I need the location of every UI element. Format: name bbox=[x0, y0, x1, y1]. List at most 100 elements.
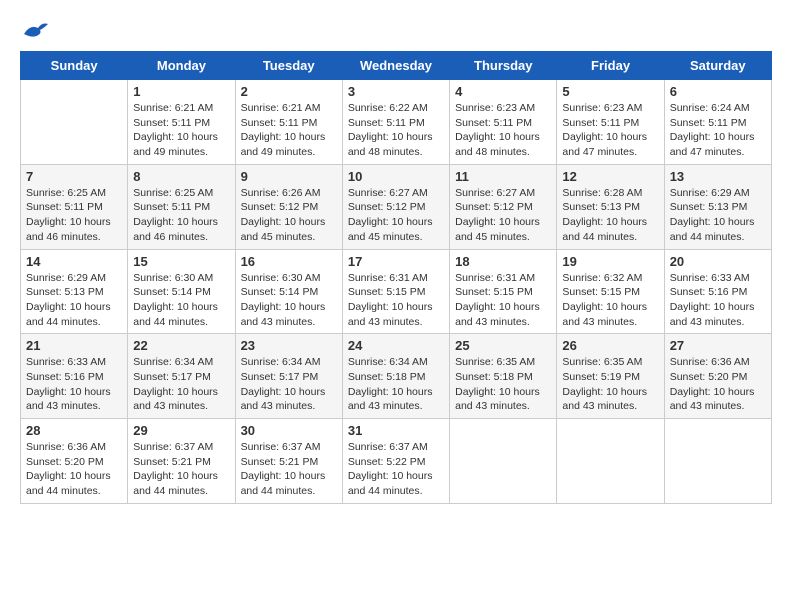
day-number: 4 bbox=[455, 84, 551, 99]
day-info: Sunrise: 6:37 AM Sunset: 5:22 PM Dayligh… bbox=[348, 440, 444, 499]
day-number: 25 bbox=[455, 338, 551, 353]
day-number: 18 bbox=[455, 254, 551, 269]
week-row-3: 14Sunrise: 6:29 AM Sunset: 5:13 PM Dayli… bbox=[21, 249, 772, 334]
day-number: 28 bbox=[26, 423, 122, 438]
day-number: 17 bbox=[348, 254, 444, 269]
day-number: 2 bbox=[241, 84, 337, 99]
day-number: 11 bbox=[455, 169, 551, 184]
day-cell bbox=[21, 80, 128, 165]
day-cell: 28Sunrise: 6:36 AM Sunset: 5:20 PM Dayli… bbox=[21, 419, 128, 504]
day-number: 31 bbox=[348, 423, 444, 438]
day-cell: 1 Sunrise: 6:21 AM Sunset: 5:11 PM Daylig… bbox=[128, 80, 235, 165]
day-cell bbox=[450, 419, 557, 504]
day-cell: 15 Sunrise: 6:30 AM Sunset: 5:14 PM Dayli… bbox=[128, 249, 235, 334]
day-number: 7 bbox=[26, 169, 122, 184]
col-header-friday: Friday bbox=[557, 52, 664, 80]
day-cell: 17 Sunrise: 6:31 AM Sunset: 5:15 PM Dayli… bbox=[342, 249, 449, 334]
col-header-wednesday: Wednesday bbox=[342, 52, 449, 80]
col-header-tuesday: Tuesday bbox=[235, 52, 342, 80]
day-number: 15 bbox=[133, 254, 229, 269]
day-cell: 29 Sunrise: 6:37 AM Sunset: 5:21 PM Dayli… bbox=[128, 419, 235, 504]
day-cell bbox=[557, 419, 664, 504]
day-number: 6 bbox=[670, 84, 766, 99]
day-cell: 25 Sunrise: 6:35 AM Sunset: 5:18 PM Dayli… bbox=[450, 334, 557, 419]
day-number: 5 bbox=[562, 84, 658, 99]
day-cell: 14Sunrise: 6:29 AM Sunset: 5:13 PM Dayli… bbox=[21, 249, 128, 334]
day-info: Sunrise: 6:25 AM Sunset: 5:11 PM Dayligh… bbox=[26, 186, 122, 245]
day-cell: 9 Sunrise: 6:26 AM Sunset: 5:12 PM Daylig… bbox=[235, 164, 342, 249]
day-cell: 10 Sunrise: 6:27 AM Sunset: 5:12 PM Dayli… bbox=[342, 164, 449, 249]
day-info: Sunrise: 6:37 AM Sunset: 5:21 PM Dayligh… bbox=[133, 440, 229, 499]
logo-bird-icon bbox=[22, 20, 50, 42]
day-cell: 11Sunrise: 6:27 AM Sunset: 5:12 PM Dayli… bbox=[450, 164, 557, 249]
week-row-2: 7 Sunrise: 6:25 AM Sunset: 5:11 PM Daylig… bbox=[21, 164, 772, 249]
day-info: Sunrise: 6:23 AM Sunset: 5:11 PM Dayligh… bbox=[455, 101, 551, 160]
day-info: Sunrise: 6:34 AM Sunset: 5:18 PM Dayligh… bbox=[348, 355, 444, 414]
day-cell: 5 Sunrise: 6:23 AM Sunset: 5:11 PM Daylig… bbox=[557, 80, 664, 165]
col-header-monday: Monday bbox=[128, 52, 235, 80]
day-info: Sunrise: 6:32 AM Sunset: 5:15 PM Dayligh… bbox=[562, 271, 658, 330]
day-number: 24 bbox=[348, 338, 444, 353]
day-cell: 13 Sunrise: 6:29 AM Sunset: 5:13 PM Dayli… bbox=[664, 164, 771, 249]
day-info: Sunrise: 6:30 AM Sunset: 5:14 PM Dayligh… bbox=[133, 271, 229, 330]
day-info: Sunrise: 6:35 AM Sunset: 5:18 PM Dayligh… bbox=[455, 355, 551, 414]
col-header-thursday: Thursday bbox=[450, 52, 557, 80]
day-number: 1 bbox=[133, 84, 229, 99]
day-number: 30 bbox=[241, 423, 337, 438]
day-number: 21 bbox=[26, 338, 122, 353]
day-cell: 24 Sunrise: 6:34 AM Sunset: 5:18 PM Dayli… bbox=[342, 334, 449, 419]
day-number: 27 bbox=[670, 338, 766, 353]
day-info: Sunrise: 6:33 AM Sunset: 5:16 PM Dayligh… bbox=[26, 355, 122, 414]
day-number: 3 bbox=[348, 84, 444, 99]
day-cell: 7 Sunrise: 6:25 AM Sunset: 5:11 PM Daylig… bbox=[21, 164, 128, 249]
day-cell: 3Sunrise: 6:22 AM Sunset: 5:11 PM Daylig… bbox=[342, 80, 449, 165]
day-number: 14 bbox=[26, 254, 122, 269]
day-info: Sunrise: 6:37 AM Sunset: 5:21 PM Dayligh… bbox=[241, 440, 337, 499]
day-info: Sunrise: 6:27 AM Sunset: 5:12 PM Dayligh… bbox=[348, 186, 444, 245]
header bbox=[20, 20, 772, 47]
day-info: Sunrise: 6:29 AM Sunset: 5:13 PM Dayligh… bbox=[670, 186, 766, 245]
col-header-saturday: Saturday bbox=[664, 52, 771, 80]
day-cell: 26 Sunrise: 6:35 AM Sunset: 5:19 PM Dayli… bbox=[557, 334, 664, 419]
day-info: Sunrise: 6:33 AM Sunset: 5:16 PM Dayligh… bbox=[670, 271, 766, 330]
day-number: 23 bbox=[241, 338, 337, 353]
day-cell bbox=[664, 419, 771, 504]
logo bbox=[20, 20, 50, 47]
day-number: 10 bbox=[348, 169, 444, 184]
day-cell: 2 Sunrise: 6:21 AM Sunset: 5:11 PM Daylig… bbox=[235, 80, 342, 165]
day-cell: 6 Sunrise: 6:24 AM Sunset: 5:11 PM Daylig… bbox=[664, 80, 771, 165]
day-number: 22 bbox=[133, 338, 229, 353]
day-cell: 8 Sunrise: 6:25 AM Sunset: 5:11 PM Daylig… bbox=[128, 164, 235, 249]
day-info: Sunrise: 6:21 AM Sunset: 5:11 PM Dayligh… bbox=[241, 101, 337, 160]
day-number: 13 bbox=[670, 169, 766, 184]
day-info: Sunrise: 6:25 AM Sunset: 5:11 PM Dayligh… bbox=[133, 186, 229, 245]
day-info: Sunrise: 6:24 AM Sunset: 5:11 PM Dayligh… bbox=[670, 101, 766, 160]
page-container: SundayMondayTuesdayWednesdayThursdayFrid… bbox=[20, 20, 772, 504]
day-cell: 23Sunrise: 6:34 AM Sunset: 5:17 PM Dayli… bbox=[235, 334, 342, 419]
week-row-1: 1 Sunrise: 6:21 AM Sunset: 5:11 PM Daylig… bbox=[21, 80, 772, 165]
day-number: 19 bbox=[562, 254, 658, 269]
day-cell: 30 Sunrise: 6:37 AM Sunset: 5:21 PM Dayli… bbox=[235, 419, 342, 504]
day-cell: 20Sunrise: 6:33 AM Sunset: 5:16 PM Dayli… bbox=[664, 249, 771, 334]
week-row-5: 28Sunrise: 6:36 AM Sunset: 5:20 PM Dayli… bbox=[21, 419, 772, 504]
day-info: Sunrise: 6:23 AM Sunset: 5:11 PM Dayligh… bbox=[562, 101, 658, 160]
day-info: Sunrise: 6:36 AM Sunset: 5:20 PM Dayligh… bbox=[670, 355, 766, 414]
day-info: Sunrise: 6:26 AM Sunset: 5:12 PM Dayligh… bbox=[241, 186, 337, 245]
day-info: Sunrise: 6:30 AM Sunset: 5:14 PM Dayligh… bbox=[241, 271, 337, 330]
day-number: 8 bbox=[133, 169, 229, 184]
day-cell: 22Sunrise: 6:34 AM Sunset: 5:17 PM Dayli… bbox=[128, 334, 235, 419]
week-row-4: 21 Sunrise: 6:33 AM Sunset: 5:16 PM Dayli… bbox=[21, 334, 772, 419]
col-header-sunday: Sunday bbox=[21, 52, 128, 80]
day-number: 29 bbox=[133, 423, 229, 438]
day-cell: 12Sunrise: 6:28 AM Sunset: 5:13 PM Dayli… bbox=[557, 164, 664, 249]
day-cell: 27 Sunrise: 6:36 AM Sunset: 5:20 PM Dayli… bbox=[664, 334, 771, 419]
day-number: 26 bbox=[562, 338, 658, 353]
day-info: Sunrise: 6:31 AM Sunset: 5:15 PM Dayligh… bbox=[348, 271, 444, 330]
day-info: Sunrise: 6:21 AM Sunset: 5:11 PM Dayligh… bbox=[133, 101, 229, 160]
day-info: Sunrise: 6:35 AM Sunset: 5:19 PM Dayligh… bbox=[562, 355, 658, 414]
day-cell: 31 Sunrise: 6:37 AM Sunset: 5:22 PM Dayli… bbox=[342, 419, 449, 504]
header-row: SundayMondayTuesdayWednesdayThursdayFrid… bbox=[21, 52, 772, 80]
day-info: Sunrise: 6:28 AM Sunset: 5:13 PM Dayligh… bbox=[562, 186, 658, 245]
day-cell: 18Sunrise: 6:31 AM Sunset: 5:15 PM Dayli… bbox=[450, 249, 557, 334]
day-number: 9 bbox=[241, 169, 337, 184]
